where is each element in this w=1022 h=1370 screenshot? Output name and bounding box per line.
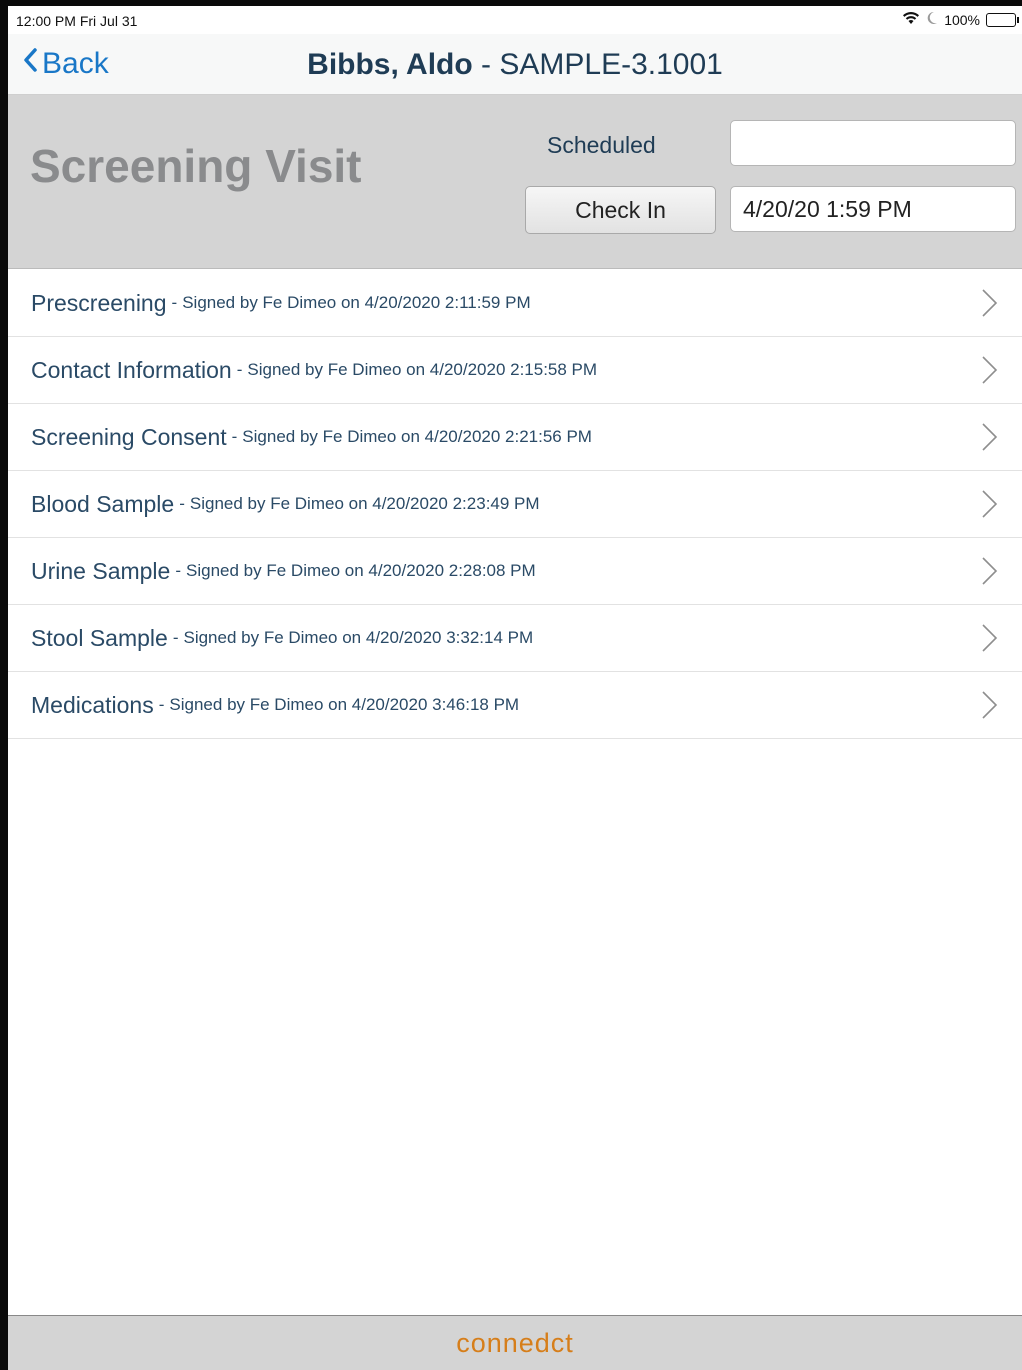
chevron-right-icon (974, 288, 1004, 318)
form-row[interactable]: Blood Sample - Signed by Fe Dimeo on 4/2… (8, 471, 1022, 538)
scheduled-field[interactable] (730, 120, 1016, 166)
patient-name: Bibbs, Aldo (307, 48, 473, 81)
check-in-field[interactable]: 4/20/20 1:59 PM (730, 186, 1016, 232)
form-name: Prescreening (31, 289, 167, 316)
scheduled-label: Scheduled (547, 132, 656, 158)
form-list: Prescreening - Signed by Fe Dimeo on 4/2… (8, 270, 1022, 739)
form-separator: - (175, 561, 182, 580)
form-row[interactable]: Stool Sample - Signed by Fe Dimeo on 4/2… (8, 605, 1022, 672)
battery-icon (986, 12, 1019, 27)
check-in-button[interactable]: Check In (525, 186, 716, 234)
form-separator: - (179, 494, 185, 513)
form-signature: Signed by Fe Dimeo on 4/20/2020 3:46:18 … (169, 695, 520, 714)
form-separator: - (158, 695, 165, 714)
status-bar: 12:00 PM Fri Jul 31 100% (8, 6, 1022, 34)
navigation-bar: Back Bibbs, Aldo - SAMPLE-3.1001 (8, 34, 1022, 95)
chevron-right-icon (974, 556, 1004, 586)
form-name: Medications (31, 691, 154, 718)
form-name: Blood Sample (31, 490, 175, 517)
form-signature: Signed by Fe Dimeo on 4/20/2020 2:15:58 … (247, 360, 598, 379)
title-separator: - (472, 48, 500, 81)
chevron-right-icon (974, 422, 1004, 452)
form-signature: Signed by Fe Dimeo on 4/20/2020 2:11:59 … (182, 293, 531, 312)
battery-percent: 100% (944, 11, 980, 28)
form-signature: Signed by Fe Dimeo on 4/20/2020 2:28:08 … (186, 561, 536, 580)
chevron-right-icon (974, 690, 1004, 720)
status-time: 12:00 PM Fri Jul 31 (16, 13, 138, 29)
chevron-right-icon (974, 489, 1004, 519)
form-name: Stool Sample (31, 624, 168, 651)
form-row[interactable]: Screening Consent - Signed by Fe Dimeo o… (8, 404, 1022, 471)
chevron-right-icon (974, 355, 1004, 385)
connedct-logo: connedct (456, 1327, 574, 1358)
form-row[interactable]: Contact Information - Signed by Fe Dimeo… (8, 337, 1022, 404)
chevron-right-icon (974, 623, 1004, 653)
form-row[interactable]: Medications - Signed by Fe Dimeo on 4/20… (8, 672, 1022, 739)
wifi-icon (902, 11, 920, 28)
nav-title: Bibbs, Aldo - SAMPLE-3.1001 (8, 48, 1022, 82)
form-row[interactable]: Urine Sample - Signed by Fe Dimeo on 4/2… (8, 538, 1022, 605)
footer: connedct (8, 1315, 1022, 1370)
app-frame: 12:00 PM Fri Jul 31 100% Back Bibbs, Ald… (0, 0, 1022, 1370)
moon-icon (926, 11, 938, 28)
form-signature: Signed by Fe Dimeo on 4/20/2020 2:23:49 … (189, 494, 540, 513)
form-separator: - (236, 360, 243, 379)
form-signature: Signed by Fe Dimeo on 4/20/2020 3:32:14 … (183, 628, 534, 647)
form-name: Screening Consent (31, 423, 227, 450)
subject-id: SAMPLE-3.1001 (499, 48, 723, 81)
status-icons: 100% (902, 11, 1019, 28)
form-separator: - (172, 628, 179, 647)
visit-header: Screening Visit Scheduled Check In 4/20/… (8, 95, 1022, 269)
form-name: Contact Information (31, 356, 232, 383)
form-separator: - (231, 427, 238, 446)
form-separator: - (171, 293, 178, 312)
form-signature: Signed by Fe Dimeo on 4/20/2020 2:21:56 … (242, 427, 592, 446)
form-name: Urine Sample (31, 557, 171, 584)
visit-title: Screening Visit (30, 140, 362, 192)
form-row[interactable]: Prescreening - Signed by Fe Dimeo on 4/2… (8, 270, 1022, 337)
